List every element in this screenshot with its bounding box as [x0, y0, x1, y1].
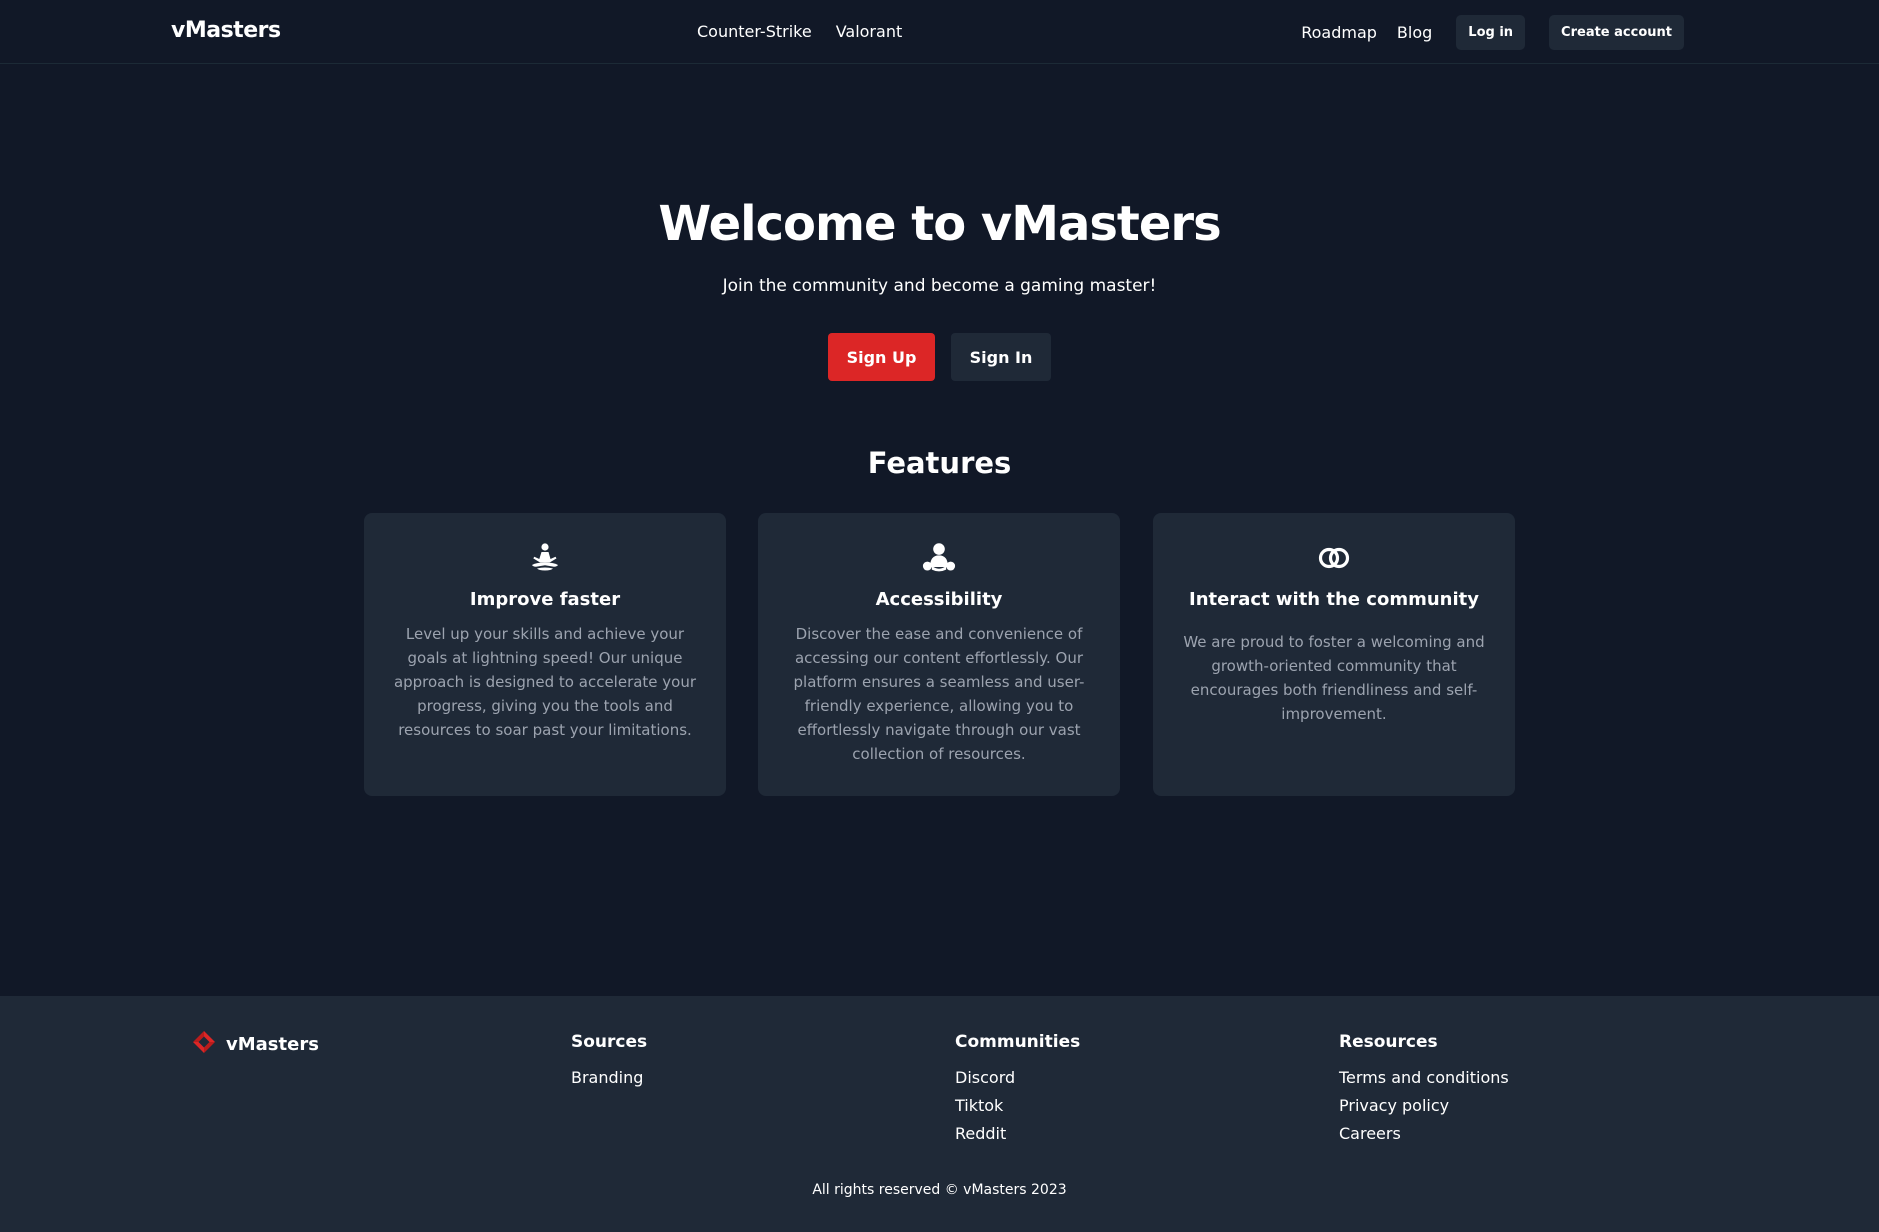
- brand-logo-link[interactable]: vMasters: [171, 18, 281, 43]
- footer-heading: Resources: [1339, 1032, 1438, 1052]
- create-account-button[interactable]: Create account: [1549, 15, 1684, 50]
- footer-link-branding[interactable]: Branding: [571, 1064, 647, 1092]
- footer-heading: Sources: [571, 1032, 648, 1052]
- vmasters-logo-icon: [192, 1030, 216, 1058]
- nav-link-roadmap[interactable]: Roadmap: [1301, 23, 1377, 42]
- footer-heading: Communities: [955, 1032, 1081, 1052]
- features-heading: Features: [867, 446, 1012, 480]
- footer-brand-name: vMasters: [226, 1033, 319, 1055]
- feature-card-improve-faster: Improve faster Level up your skills and …: [364, 513, 726, 796]
- feature-card-community: Interact with the community We are proud…: [1153, 513, 1515, 796]
- hero-actions: Sign Up Sign In: [828, 333, 1051, 381]
- hero-subtitle: Join the community and become a gaming m…: [722, 276, 1157, 296]
- nav-link-blog[interactable]: Blog: [1397, 23, 1432, 42]
- hero-title: Welcome to vMasters: [658, 196, 1221, 252]
- people-group-icon: [922, 541, 956, 575]
- login-button[interactable]: Log in: [1456, 15, 1526, 50]
- footer-link-discord[interactable]: Discord: [955, 1064, 1080, 1092]
- footer-column-resources: Resources Terms and conditions Privacy p…: [1339, 1032, 1509, 1148]
- site-header: vMasters Counter-Strike Valorant Roadmap…: [0, 0, 1879, 64]
- meditation-icon: [528, 541, 562, 575]
- interlocked-rings-icon: [1317, 541, 1351, 575]
- footer-link-reddit[interactable]: Reddit: [955, 1120, 1080, 1148]
- feature-description: We are proud to foster a welcoming and g…: [1183, 633, 1485, 723]
- footer-link-privacy[interactable]: Privacy policy: [1339, 1092, 1509, 1120]
- nav-link-valorant[interactable]: Valorant: [836, 22, 903, 41]
- feature-title: Accessibility: [875, 589, 1003, 610]
- feature-description: Level up your skills and achieve your go…: [393, 625, 697, 739]
- footer-link-careers[interactable]: Careers: [1339, 1120, 1509, 1148]
- feature-title: Interact with the community: [1189, 589, 1479, 610]
- site-footer: vMasters Sources Branding Communities Di…: [0, 996, 1879, 1232]
- footer-column-communities: Communities Discord Tiktok Reddit: [955, 1032, 1080, 1148]
- feature-title: Improve faster: [469, 589, 621, 610]
- copyright-text: All rights reserved © vMasters 2023: [812, 1182, 1067, 1198]
- footer-brand-link[interactable]: vMasters: [192, 1030, 319, 1058]
- sign-up-button[interactable]: Sign Up: [828, 333, 935, 381]
- nav-link-counter-strike[interactable]: Counter-Strike: [697, 22, 812, 41]
- sign-in-button[interactable]: Sign In: [951, 333, 1051, 381]
- feature-card-accessibility: Accessibility Discover the ease and conv…: [758, 513, 1120, 796]
- footer-column-sources: Sources Branding: [571, 1032, 647, 1092]
- main-nav: Counter-Strike Valorant: [697, 22, 902, 41]
- feature-description: Discover the ease and convenience of acc…: [793, 625, 1085, 763]
- header-actions: Roadmap Blog Log in Create account: [1301, 15, 1684, 50]
- footer-link-tiktok[interactable]: Tiktok: [955, 1092, 1080, 1120]
- footer-link-terms[interactable]: Terms and conditions: [1339, 1064, 1509, 1092]
